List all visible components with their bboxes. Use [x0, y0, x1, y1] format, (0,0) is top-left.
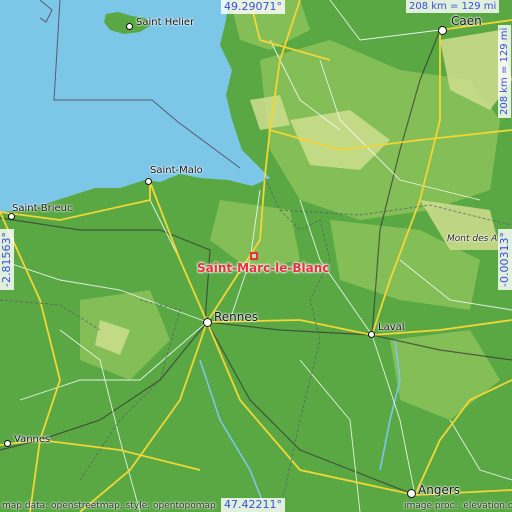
city-dot-caen: [438, 26, 447, 35]
city-dot-saint-malo: [145, 178, 152, 185]
east-coordinate: -0.00313°: [498, 229, 512, 290]
city-label-saint-brieuc[interactable]: Saint-Brieuc: [12, 204, 73, 214]
city-label-angers[interactable]: Angers: [418, 484, 460, 496]
city-dot-rennes: [203, 318, 212, 327]
place-marker[interactable]: [250, 252, 258, 260]
city-dot-laval: [368, 331, 375, 338]
scale-bar-top: 208 km = 129 mi: [406, 0, 500, 13]
map-canvas[interactable]: Saint Helier Caen Saint-Malo Saint-Brieu…: [0, 0, 512, 512]
west-coordinate: -2.81563°: [0, 229, 14, 290]
city-label-rennes[interactable]: Rennes: [214, 311, 258, 323]
city-label-vannes[interactable]: Vannes: [14, 435, 50, 445]
city-label-laval[interactable]: Laval: [378, 323, 405, 333]
city-label-saint-malo[interactable]: Saint-Malo: [150, 166, 203, 176]
peak-label-mont-des-avaloirs: Mont des A: [447, 234, 498, 244]
scale-bar-right: 208 km = 129 mi: [498, 24, 511, 118]
credit-right: image proc.: elevation.city: [404, 501, 512, 511]
city-dot-vannes: [4, 440, 11, 447]
city-dot-saint-brieuc: [8, 213, 15, 220]
south-coordinate: 47.42211°: [221, 498, 285, 512]
city-label-saint-helier[interactable]: Saint Helier: [136, 18, 194, 28]
north-coordinate: 49.29071°: [221, 0, 285, 14]
city-dot-angers: [407, 489, 416, 498]
city-dot-saint-helier: [126, 23, 133, 30]
place-label[interactable]: Saint-Marc-le-Blanc: [197, 261, 329, 275]
city-label-caen[interactable]: Caen: [451, 15, 482, 27]
credit-left: map data: openstreetmap, style: opentopo…: [2, 501, 216, 511]
